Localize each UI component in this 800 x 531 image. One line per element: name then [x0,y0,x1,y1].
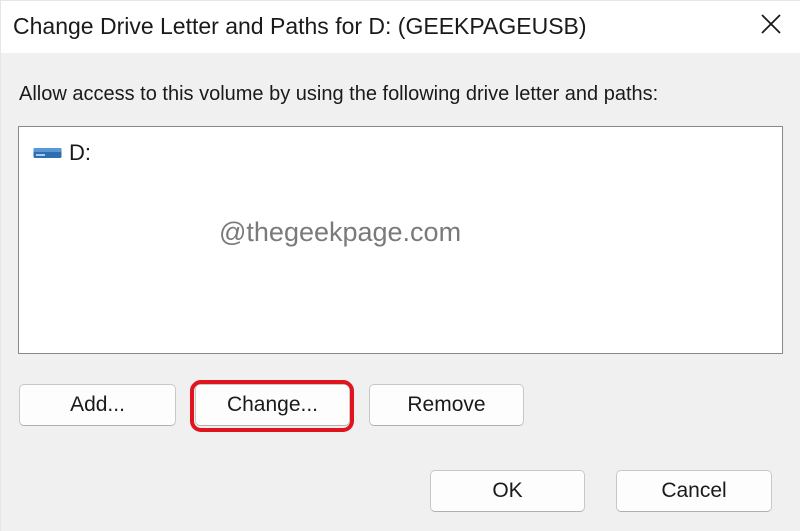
change-drive-letter-dialog: Change Drive Letter and Paths for D: (GE… [0,0,800,531]
title-bar: Change Drive Letter and Paths for D: (GE… [1,1,800,53]
dialog-body: Allow access to this volume by using the… [1,53,800,531]
remove-button[interactable]: Remove [369,384,524,426]
ok-button[interactable]: OK [430,470,585,512]
drive-path-list[interactable]: D: @thegeekpage.com [18,126,783,354]
cancel-button[interactable]: Cancel [616,470,772,512]
drive-icon [33,145,63,161]
list-item[interactable]: D: [33,139,91,167]
change-button[interactable]: Change... [195,384,350,426]
window-title: Change Drive Letter and Paths for D: (GE… [13,13,587,39]
close-button[interactable] [741,1,800,47]
list-item-label: D: [69,140,91,165]
instruction-label: Allow access to this volume by using the… [19,83,659,105]
close-icon [760,13,782,35]
watermark-text: @thegeekpage.com [219,217,462,247]
add-button[interactable]: Add... [19,384,176,426]
